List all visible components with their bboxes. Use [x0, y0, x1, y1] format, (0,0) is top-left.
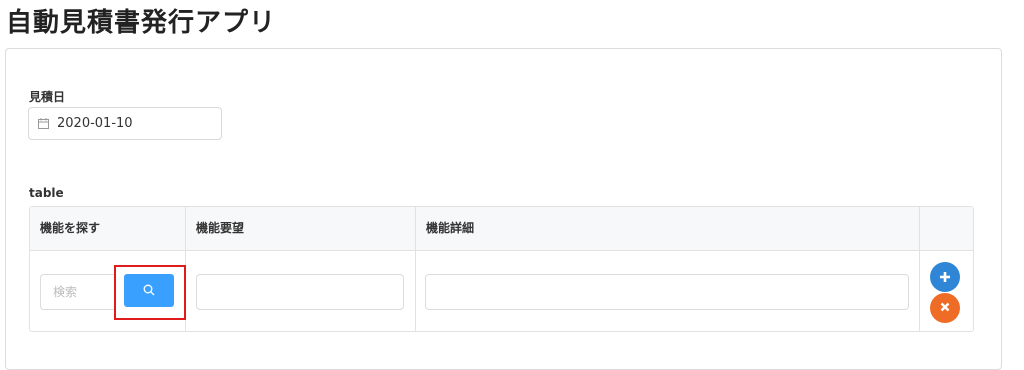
plus-icon	[939, 268, 951, 287]
add-row-button[interactable]	[930, 262, 960, 292]
table-header: 機能を探す 機能要望 機能詳細	[30, 207, 973, 251]
request-input[interactable]	[196, 274, 404, 310]
search-input[interactable]: 検索	[40, 274, 115, 310]
column-divider	[415, 207, 416, 331]
date-label: 見積日	[29, 90, 66, 104]
table-label: table	[29, 186, 64, 200]
remove-row-button[interactable]	[930, 293, 960, 323]
feature-table: 機能を探す 機能要望 機能詳細 検索	[29, 206, 974, 332]
date-field[interactable]: 2020-01-10	[28, 107, 222, 140]
page-title: 自動見積書発行アプリ	[6, 8, 277, 38]
highlight-box	[114, 265, 186, 320]
column-header-search: 機能を探す	[40, 221, 101, 235]
column-header-detail: 機能詳細	[426, 221, 475, 235]
calendar-icon	[38, 118, 49, 129]
detail-input[interactable]	[425, 274, 909, 310]
column-header-request: 機能要望	[196, 221, 245, 235]
column-divider	[919, 207, 920, 331]
date-value: 2020-01-10	[57, 116, 133, 131]
close-icon	[940, 301, 950, 316]
